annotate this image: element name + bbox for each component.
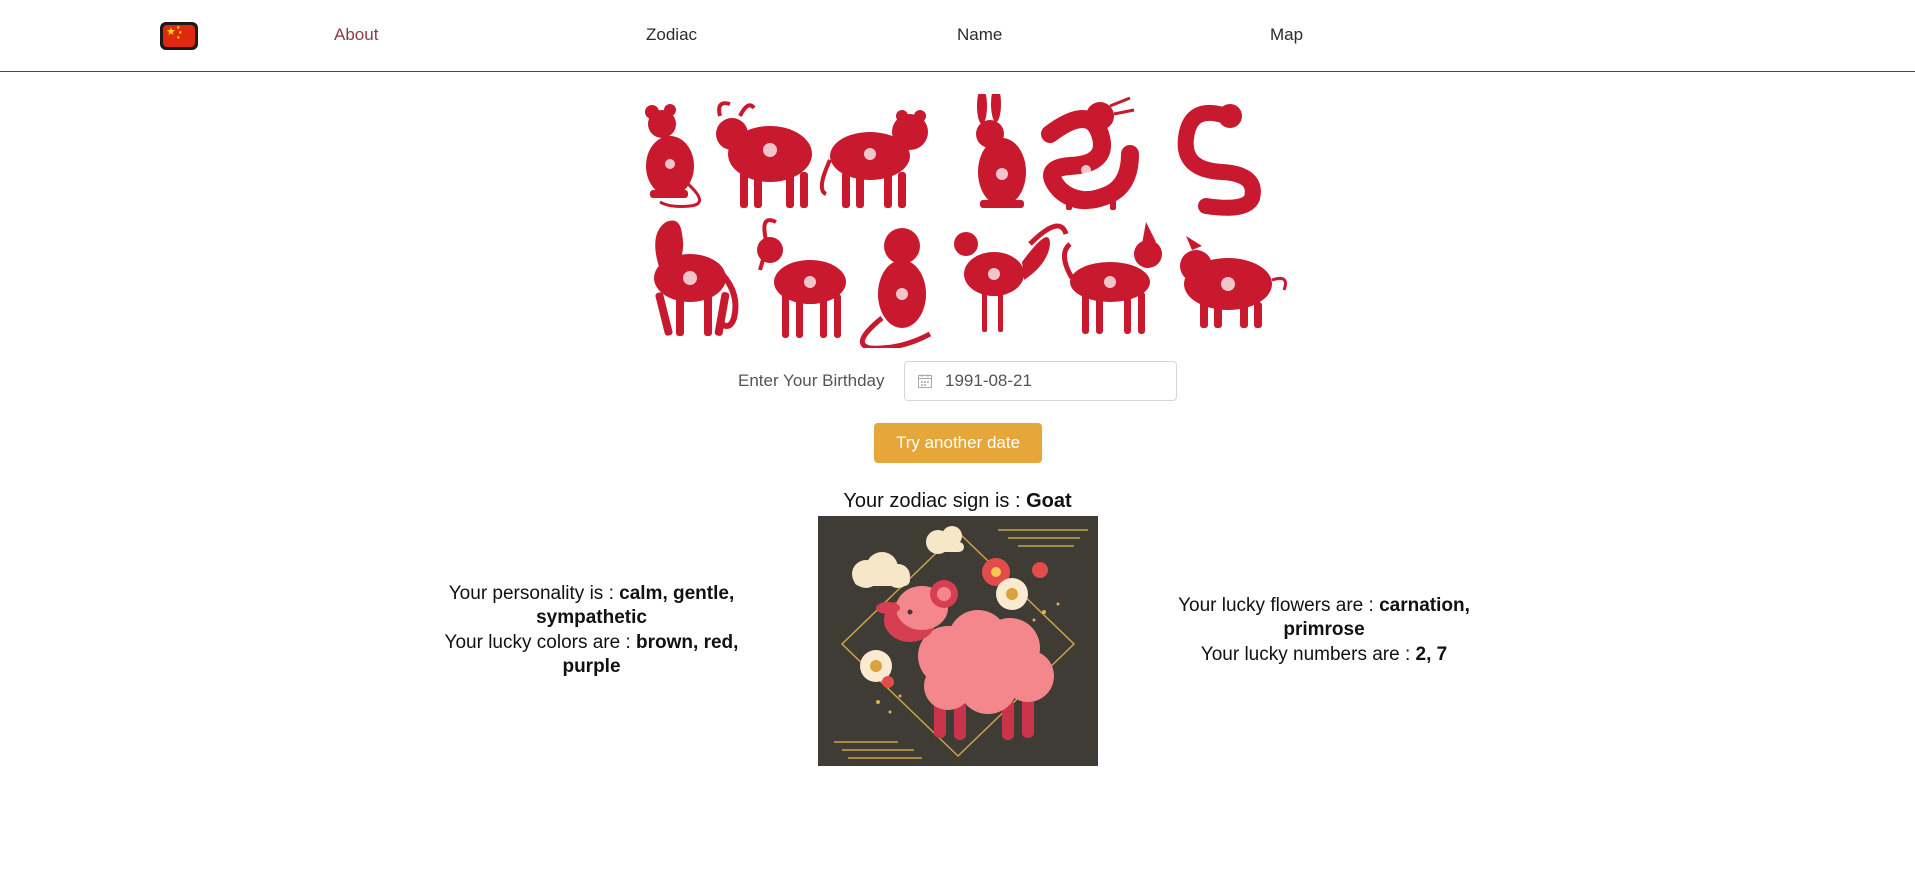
calendar-icon: [918, 374, 932, 388]
zodiac-sign-line: Your zodiac sign is : Goat: [0, 490, 1915, 513]
flowers-numbers-panel: Your lucky flowers are : carnation, prim…: [1150, 594, 1498, 668]
top-nav: ★ ★ ★ ★ About Zodiac Name Map: [0, 0, 1915, 72]
rabbit-icon: [976, 86, 1026, 208]
flag-shape: ★ ★ ★ ★: [163, 25, 195, 47]
personality-colors-panel: Your personality is : calm, gentle, symp…: [420, 582, 763, 680]
nav-link-map[interactable]: Map: [1270, 25, 1303, 45]
goat-silhouette-icon: [757, 218, 846, 338]
nav-link-about[interactable]: About: [334, 25, 378, 45]
goat-zodiac-image: [818, 516, 1098, 766]
zodiac-sign-value: Goat: [1026, 490, 1072, 512]
ox-icon: [716, 101, 812, 208]
personality-line: Your personality is : calm, gentle, symp…: [448, 583, 735, 628]
birthday-date-input[interactable]: 1991-08-21: [904, 361, 1177, 401]
lucky-numbers-value: 2, 7: [1415, 644, 1448, 665]
lucky-colors-line: Your lucky colors are : brown, red, purp…: [444, 632, 739, 677]
try-another-date-button[interactable]: Try another date: [874, 423, 1042, 463]
nav-link-zodiac[interactable]: Zodiac: [646, 25, 697, 45]
birthday-label: Enter Your Birthday: [738, 371, 885, 390]
lucky-flowers-line: Your lucky flowers are : carnation, prim…: [1178, 595, 1470, 640]
tiger-icon: [819, 110, 928, 208]
zodiac-animals-banner: [630, 86, 1290, 351]
sign-prefix: Your zodiac sign is :: [843, 490, 1027, 512]
date-value: 1991-08-21: [945, 371, 1032, 390]
lucky-numbers-line: Your lucky numbers are : 2, 7: [1200, 644, 1448, 665]
dragon-icon: [1041, 96, 1139, 210]
nav-link-name[interactable]: Name: [957, 25, 1002, 45]
china-flag-icon[interactable]: ★ ★ ★ ★: [160, 22, 198, 50]
rat-icon: [645, 104, 701, 208]
monkey-icon: [859, 228, 932, 351]
rooster-icon: [954, 223, 1069, 332]
goat-illustration: [876, 580, 1054, 740]
